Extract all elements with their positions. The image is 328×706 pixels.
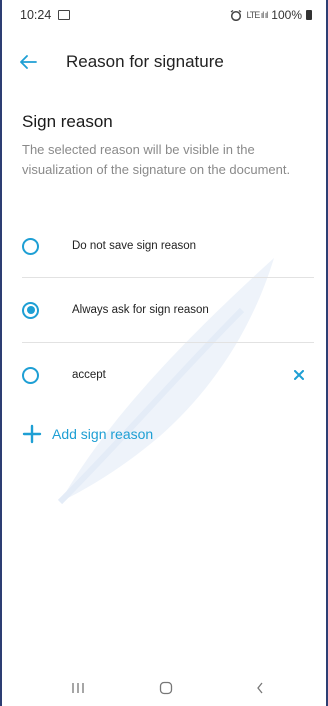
delete-reason-button[interactable]: [292, 368, 306, 382]
back-button[interactable]: [2, 44, 48, 80]
add-sign-reason-button[interactable]: Add sign reason: [22, 420, 153, 448]
close-icon: [294, 370, 304, 380]
radio-dot: [26, 306, 35, 314]
page-title: Reason for signature: [66, 52, 224, 71]
phone-screen: 10:24 LTE ıl ıl 100% Reason for signatur…: [0, 0, 328, 706]
app-bar: Reason for signature: [2, 44, 326, 80]
status-bar: 10:24 LTE ıl ıl 100%: [2, 0, 326, 30]
chevron-left-icon: [257, 682, 263, 694]
status-right: LTE ıl ıl 100%: [230, 8, 312, 22]
status-time: 10:24: [20, 8, 52, 22]
divider: [22, 277, 314, 278]
arrow-left-icon: [20, 55, 37, 69]
battery-percent: 100%: [271, 8, 302, 22]
home-button[interactable]: [146, 670, 186, 706]
option-label: Do not save sign reason: [72, 240, 197, 252]
option-accept[interactable]: accept: [22, 345, 312, 405]
radio-button[interactable]: [22, 237, 39, 255]
recent-apps-button[interactable]: [58, 670, 98, 706]
option-do-not-save[interactable]: Do not save sign reason: [22, 216, 312, 276]
option-label: Always ask for sign reason: [72, 304, 209, 316]
gallery-notification-icon: [58, 10, 71, 20]
signal-icon: LTE ıl ıl: [246, 10, 268, 20]
radio-button[interactable]: [22, 366, 39, 384]
recent-apps-icon: [72, 683, 84, 693]
add-sign-reason-label: Add sign reason: [52, 426, 154, 442]
alarm-icon: [231, 9, 242, 21]
section-description: The selected reason will be visible in t…: [22, 142, 291, 177]
divider: [22, 342, 314, 343]
option-label: accept: [72, 369, 106, 381]
home-icon: [159, 681, 173, 695]
section-title: Sign reason: [22, 112, 113, 131]
option-always-ask[interactable]: Always ask for sign reason: [22, 280, 312, 340]
plus-icon: [22, 424, 42, 444]
battery-icon: [306, 10, 312, 20]
nav-back-button[interactable]: [240, 670, 280, 706]
system-nav-bar: [2, 670, 326, 706]
radio-button-selected[interactable]: [22, 301, 39, 319]
